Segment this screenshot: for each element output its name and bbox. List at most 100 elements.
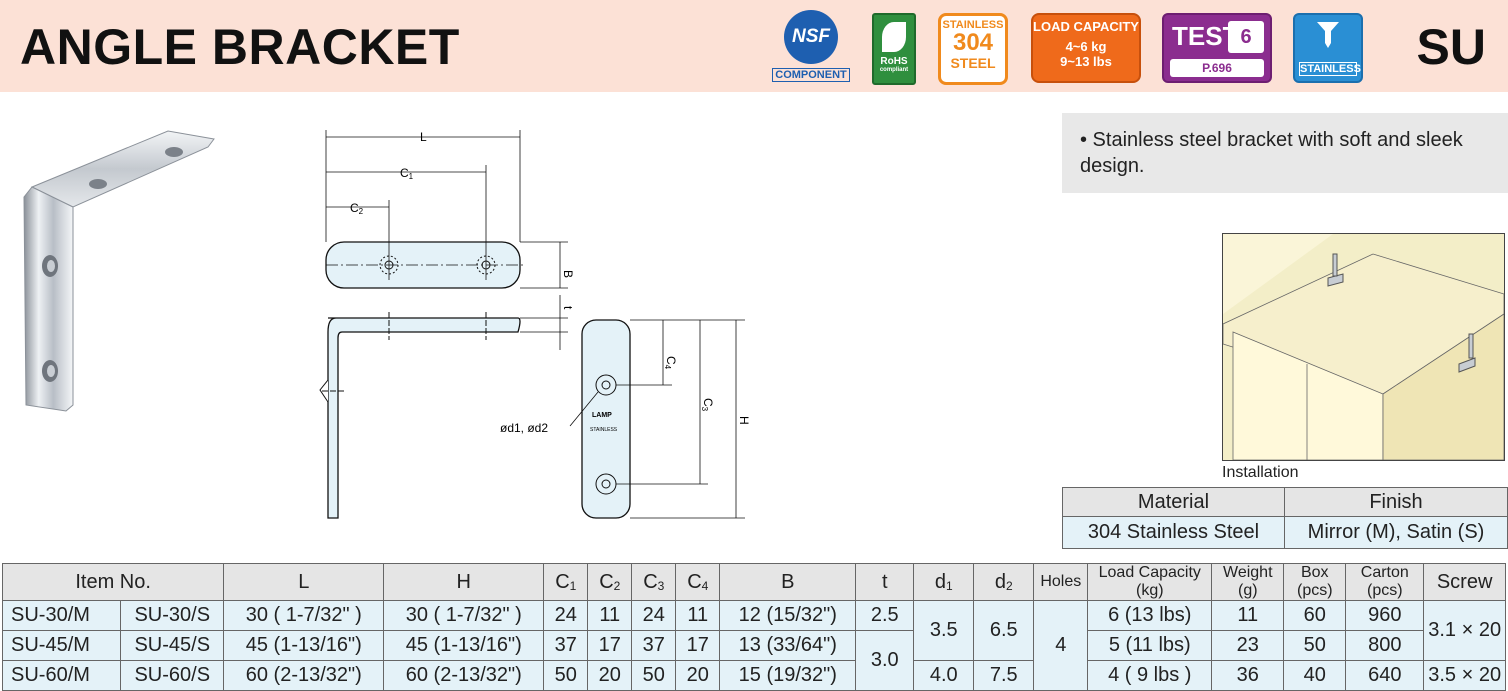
item-s: SU-30/S: [120, 600, 225, 631]
cell-weight: 11: [1211, 600, 1285, 631]
cell-H: 60 (2-13/32"): [383, 660, 545, 691]
cell-screw: 3.5 × 20: [1423, 660, 1506, 691]
cell-B: 15 (19/32"): [719, 660, 857, 691]
brand-stamp: LAMP: [592, 412, 612, 419]
cell-d1: 4.0: [913, 660, 975, 691]
col-carton: Carton (pcs): [1345, 563, 1425, 601]
leaf-icon: [882, 22, 906, 52]
test-page: P.696: [1170, 59, 1264, 77]
cell-t: 2.5: [855, 600, 915, 631]
dim-H-label: H: [737, 416, 751, 425]
cell-carton: 960: [1345, 600, 1425, 631]
steel-304-badge: STAINLESS 304 STEEL: [938, 13, 1008, 85]
table-row: SU-30/M SU-30/S 30 ( 1-7/32" ) 30 ( 1-7/…: [1, 600, 1506, 691]
cell-screw: 3.1 × 20: [1423, 600, 1506, 661]
cell-load: 6 (13 lbs): [1087, 600, 1213, 631]
col-d1: d1: [913, 563, 975, 601]
dim-C1-label: C1: [400, 166, 414, 181]
cell-C3: 50: [631, 660, 677, 691]
nsf-label: COMPONENT: [772, 68, 850, 82]
cell-L: 45 (1-13/16"): [223, 630, 385, 661]
series-code: SU: [1416, 19, 1486, 75]
stainless-badge: STAINLESS: [1293, 13, 1363, 83]
product-photo: [18, 125, 218, 420]
load-title: LOAD CAPACITY: [1033, 19, 1139, 34]
rohs-label: RoHS: [880, 56, 908, 67]
cell-L: 60 (2-13/32"): [223, 660, 385, 691]
item-m: SU-60/M: [1, 660, 122, 691]
dim-C3-label: C3: [700, 398, 715, 412]
brand-sub-stamp: STAINLESS: [590, 427, 618, 433]
col-C4: C4: [675, 563, 721, 601]
cell-load: 5 (11 lbs): [1087, 630, 1213, 661]
cell-B: 13 (33/64"): [719, 630, 857, 661]
rohs-sub: compliant: [879, 67, 909, 73]
spec-header-row: Item No. L H C1 C2 C3 C4 B t d1 d2 Holes…: [1, 563, 1506, 601]
cell-B: 12 (15/32"): [719, 600, 857, 631]
col-weight: Weight (g): [1211, 563, 1285, 601]
cell-carton: 800: [1345, 630, 1425, 661]
spec-table: Item No. L H C1 C2 C3 C4 B t d1 d2 Holes…: [1, 563, 1506, 691]
col-L: L: [223, 563, 385, 601]
cell-C1: 37: [543, 630, 589, 661]
screw-icon: [1295, 19, 1361, 56]
cell-C4: 11: [675, 600, 721, 631]
page-title: ANGLE BRACKET: [20, 19, 460, 75]
cell-load: 4 ( 9 lbs ): [1087, 660, 1213, 691]
col-load: Load Capacity (kg): [1087, 563, 1213, 601]
col-C3: C3: [631, 563, 677, 601]
table-row: SU-60/M SU-60/S 60 (2-13/32") 60 (2-13/3…: [1, 660, 1506, 691]
item-m: SU-30/M: [1, 600, 122, 631]
cell-C1: 24: [543, 600, 589, 631]
rohs-badge: RoHS compliant: [872, 13, 916, 85]
cell-C1: 50: [543, 660, 589, 691]
load-capacity-badge: LOAD CAPACITY 4~6 kg 9~13 lbs: [1031, 13, 1141, 83]
installation-caption: Installation: [1222, 464, 1299, 481]
finish-header: Finish: [1284, 487, 1508, 517]
cell-box: 60: [1283, 600, 1347, 631]
col-screw: Screw: [1423, 563, 1506, 601]
finish-value: Mirror (M), Satin (S): [1284, 516, 1508, 549]
col-C1: C1: [543, 563, 589, 601]
col-B: B: [719, 563, 857, 601]
table-row: SU-45/M SU-45/S 45 (1-13/16") 45 (1-13/1…: [1, 630, 1506, 691]
test-badge: TEST 6 P.696: [1162, 13, 1272, 83]
steel-mid: 304: [952, 29, 994, 56]
col-C2: C2: [587, 563, 633, 601]
cell-d2: 6.5: [973, 600, 1035, 661]
cell-weight: 23: [1211, 630, 1285, 661]
cell-C3: 24: [631, 600, 677, 631]
col-d2: d2: [973, 563, 1035, 601]
stainless-label: STAINLESS: [1299, 62, 1361, 76]
cell-C2: 17: [587, 630, 633, 661]
nsf-badge: NSF COMPONENT: [772, 10, 850, 82]
cell-box: 40: [1283, 660, 1347, 691]
header-banner: ANGLE BRACKET NSF COMPONENT RoHS complia…: [0, 0, 1508, 92]
cell-C2: 11: [587, 600, 633, 631]
dim-L-label: L: [420, 130, 427, 144]
item-s: SU-60/S: [120, 660, 225, 691]
hole-diameter-label: ød1, ød2: [500, 421, 548, 435]
cell-d1: 3.5: [913, 600, 975, 661]
cell-C4: 17: [675, 630, 721, 661]
nsf-logo-icon: NSF: [784, 10, 838, 64]
col-item-no: Item No.: [1, 563, 225, 601]
col-holes: Holes: [1033, 563, 1089, 601]
cell-box: 50: [1283, 630, 1347, 661]
cell-carton: 640: [1345, 660, 1425, 691]
material-table: Material Finish 304 Stainless Steel Mirr…: [1062, 487, 1508, 549]
dim-C4-label: C4: [663, 356, 678, 370]
cell-C2: 20: [587, 660, 633, 691]
test-number: 6: [1228, 21, 1264, 53]
description-box: • Stainless steel bracket with soft and …: [1062, 113, 1508, 193]
technical-drawing: L C1 C2 B t LAMP STAINLESS C4 C3 H ød1, …: [300, 120, 760, 535]
col-H: H: [383, 563, 545, 601]
dim-B-label: B: [561, 270, 575, 278]
material-value: 304 Stainless Steel: [1062, 516, 1285, 549]
material-header: Material: [1062, 487, 1285, 517]
col-t: t: [855, 563, 915, 601]
cell-holes: 4: [1033, 600, 1089, 691]
col-box: Box (pcs): [1283, 563, 1347, 601]
cell-H: 30 ( 1-7/32" ): [383, 600, 545, 631]
dim-C2-label: C2: [350, 201, 364, 216]
